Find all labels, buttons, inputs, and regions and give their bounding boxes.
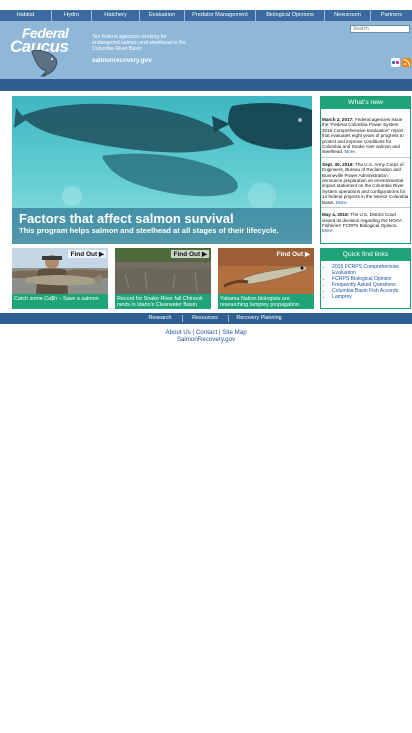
hero-subtitle: This program helps salmon and steelhead …: [19, 226, 279, 235]
news-text: Federal agencies issue the "Federal Colu…: [322, 117, 404, 155]
header-tagline: Ten federal agencies working for endange…: [92, 34, 187, 52]
federal-caucus-logo[interactable]: Federal Caucus: [8, 25, 84, 77]
thumb-caption: Catch some Ca$h – Save a salmon: [12, 294, 108, 309]
nav-item-partners[interactable]: Partners: [371, 10, 412, 21]
news-item: March 2, 2017: Federal agencies issue th…: [321, 109, 410, 158]
footer-about-link[interactable]: About Us: [165, 329, 190, 336]
nav-item-habitat[interactable]: Habitat: [0, 10, 52, 21]
whats-new-panel: What's new March 2, 2017: Federal agenci…: [320, 96, 411, 244]
bottom-nav-divider: [228, 315, 229, 322]
find-out-button[interactable]: Find Out ▶: [274, 250, 312, 258]
feature-thumb-chinook[interactable]: Find Out ▶ Record for Snake River fall C…: [115, 248, 211, 309]
bottom-nav-divider: [182, 315, 183, 322]
news-item: May 4, 2016: The U.S. District Court iss…: [321, 208, 410, 236]
nav-item-evaluation[interactable]: Evaluation: [140, 10, 185, 21]
news-more-link[interactable]: More.: [322, 228, 334, 233]
news-date: March 2, 2017:: [322, 117, 354, 122]
find-out-button[interactable]: Find Out ▶: [68, 250, 106, 258]
news-more-link[interactable]: More.: [336, 200, 348, 205]
footer-separator: |: [192, 329, 195, 336]
nav-item-biological-opinions[interactable]: Biological Opinions: [256, 10, 325, 21]
find-out-button[interactable]: Find Out ▶: [171, 250, 209, 258]
quick-link-lamprey[interactable]: Lamprey: [332, 294, 410, 300]
bottom-nav-resources[interactable]: Resources: [186, 313, 224, 324]
news-item: Sept. 30, 2016: The U.S. Army Corps of E…: [321, 158, 410, 209]
nav-item-newsroom[interactable]: Newsroom: [325, 10, 371, 21]
bottom-nav-recovery-planning[interactable]: Recovery Planning: [232, 313, 286, 324]
header-divider-bar: [0, 79, 412, 91]
thumb-caption: Yakama Nation biologists are researching…: [218, 294, 314, 309]
news-text: The U.S. Army Corps of Engineers, Bureau…: [322, 161, 409, 205]
bottom-nav: Research Resources Recovery Planning: [0, 313, 412, 324]
hero-title: Factors that affect salmon survival: [19, 211, 234, 226]
site-header: Federal Caucus Ten federal agencies work…: [0, 21, 412, 79]
footer-sitemap-link[interactable]: Site Map: [222, 329, 246, 336]
nav-item-predator-management[interactable]: Predator Management: [185, 10, 256, 21]
search-input[interactable]: [350, 25, 410, 33]
salmon-logo-icon: [31, 49, 58, 77]
hero-banner[interactable]: Factors that affect salmon survival This…: [12, 96, 312, 244]
flickr-icon[interactable]: [391, 58, 400, 67]
nav-item-hatchery[interactable]: Hatchery: [92, 10, 140, 21]
nav-item-hydro[interactable]: Hydro: [52, 10, 92, 21]
whats-new-heading: What's new: [321, 97, 410, 109]
quick-links-heading: Quick find links: [321, 249, 410, 261]
news-more-link[interactable]: More.: [344, 149, 356, 154]
rss-icon[interactable]: [402, 58, 411, 67]
page: Habitat Hydro Hatchery Evaluation Predat…: [0, 0, 412, 733]
news-date: Sept. 30, 2016:: [322, 161, 354, 167]
thumb-caption: Record for Snake River fall Chinook nest…: [115, 294, 211, 309]
news-date: May 4, 2016:: [322, 212, 350, 218]
footer-separator: |: [218, 329, 221, 336]
header-site-url[interactable]: salmonrecovery.gov: [92, 57, 152, 64]
top-nav: Habitat Hydro Hatchery Evaluation Predat…: [0, 10, 412, 21]
footer-site-url[interactable]: SalmonRecovery.gov: [0, 336, 412, 344]
quick-links-panel: Quick find links 2016 FCRPS Comprehensiv…: [320, 248, 411, 309]
feature-thumb-cash[interactable]: Find Out ▶ Catch some Ca$h – Save a salm…: [12, 248, 108, 309]
hero-caption: Factors that affect salmon survival This…: [12, 208, 312, 244]
feature-thumb-lamprey[interactable]: Find Out ▶ Yakama Nation biologists are …: [218, 248, 314, 309]
quick-links-list: 2016 FCRPS Comprehensive Evaluation FCRP…: [321, 261, 410, 300]
quick-link-comprehensive-evaluation[interactable]: 2016 FCRPS Comprehensive Evaluation: [332, 264, 410, 276]
footer-contact-link[interactable]: Contact: [196, 329, 217, 336]
bottom-nav-research[interactable]: Research: [140, 313, 180, 324]
